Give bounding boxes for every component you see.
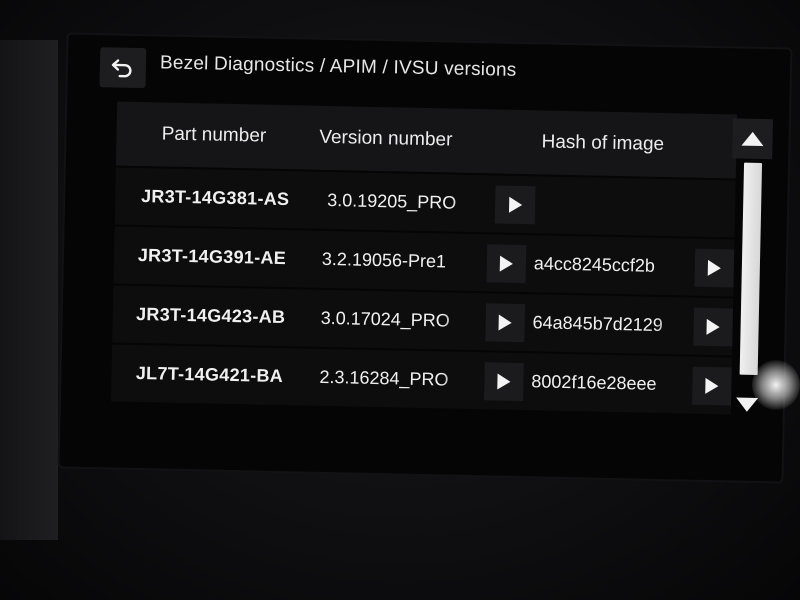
hash-of-image-cell: a4cc8245ccf2b [533,253,656,276]
hash-of-image-cell: 64a845b7d2129 [532,312,663,335]
expand-version-button[interactable] [486,243,527,283]
page-title: Bezel Diagnostics / APIM / IVSU versions [159,52,517,81]
column-header-version-number: Version number [319,126,453,151]
part-number-cell: JL7T-14G421-BA [135,362,284,387]
play-triangle-icon [500,255,514,272]
part-number-cell: JR3T-14G391-AE [137,244,287,269]
expand-version-button[interactable] [483,361,524,401]
version-number-cell: 3.2.19056-Pre1 [321,248,447,272]
version-number-cell: 3.0.17024_PRO [320,307,450,331]
column-header-hash-of-image: Hash of image [541,131,665,155]
play-triangle-icon [497,373,511,390]
play-triangle-icon [706,318,721,335]
expand-hash-button[interactable] [693,307,733,346]
infotainment-screen: Bezel Diagnostics / APIM / IVSU versions… [59,34,791,482]
part-number-cell: JR3T-14G381-AS [140,186,290,210]
scroll-up-button[interactable] [732,118,773,160]
ivsu-versions-table: Part number Version number Hash of image… [110,101,738,415]
table-row: JR3T-14G423-AB 3.0.17024_PRO 64a845b7d21… [112,285,734,356]
expand-version-button[interactable] [485,302,526,342]
back-button[interactable] [99,47,147,89]
version-number-cell: 3.0.19205_PRO [326,189,457,213]
hash-of-image-cell: 8002f16e28eee [531,371,657,394]
scroll-thumb[interactable] [739,162,763,375]
play-triangle-icon [508,196,523,213]
expand-hash-button[interactable] [691,366,732,405]
light-glare [752,360,800,410]
triangle-up-icon [741,131,764,147]
table-header-row: Part number Version number Hash of image [115,101,738,179]
bezel-left-panel [0,40,58,540]
table-row: JR3T-14G381-AS 3.0.19205_PRO [114,167,736,238]
back-arrow-icon [111,59,132,78]
column-header-part-number: Part number [161,123,267,147]
title-bar: Bezel Diagnostics / APIM / IVSU versions [67,34,790,113]
expand-version-button[interactable] [494,184,536,224]
table-row: JR3T-14G391-AE 3.2.19056-Pre1 a4cc8245cc… [113,226,735,297]
play-triangle-icon [705,377,719,394]
expand-hash-button[interactable] [694,248,735,287]
part-number-cell: JR3T-14G423-AB [135,303,286,328]
table-row: JL7T-14G421-BA 2.3.16284_PRO 8002f16e28e… [110,344,732,415]
version-number-cell: 2.3.16284_PRO [319,366,449,390]
play-triangle-icon [498,314,513,331]
play-triangle-icon [708,259,722,276]
